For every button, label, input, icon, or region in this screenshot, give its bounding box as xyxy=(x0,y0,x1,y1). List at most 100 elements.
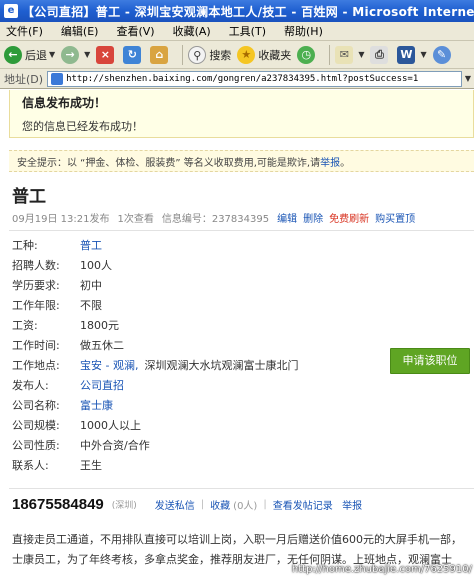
success-notice: 信息发布成功！ 您的信息已经发布成功！ xyxy=(9,90,474,138)
chevron-down-icon[interactable]: ▼ xyxy=(84,50,90,59)
delete-link[interactable]: 删除 xyxy=(303,210,323,225)
menu-help[interactable]: 帮助(H) xyxy=(284,23,323,39)
page-content: 信息发布成功！ 您的信息已经发布成功！ 安全提示：以 “押金、体检、服装费” 等… xyxy=(0,90,474,577)
field-label: 公司规模: xyxy=(12,419,60,432)
refresh-button[interactable]: ↻ xyxy=(123,45,144,64)
favorite-link[interactable]: 收藏 xyxy=(210,497,230,512)
field-row: 联系人: 王生 xyxy=(12,455,372,475)
post-views: 1次查看 xyxy=(117,214,154,225)
forward-arrow-icon: → xyxy=(61,45,80,64)
favorite-count: (0人) xyxy=(233,501,258,512)
toolbar-divider xyxy=(182,44,184,65)
contact-phone: 18675584849 xyxy=(12,496,104,513)
menu-tools[interactable]: 工具(T) xyxy=(229,23,266,39)
field-label: 发布人: xyxy=(12,379,49,392)
menu-edit[interactable]: 编辑(E) xyxy=(61,23,99,39)
menu-file[interactable]: 文件(F) xyxy=(6,23,43,39)
ie-icon: e xyxy=(4,4,18,18)
toolbar: ← 后退 ▼ → ▼ × ↻ ⌂ ⚲ 搜索 ★ 收藏夹 ◷ ✉ ▼ ⎙ W ▼ … xyxy=(0,41,474,69)
success-message: 您的信息已经发布成功！ xyxy=(22,120,143,133)
chevron-down-icon[interactable]: ▼ xyxy=(420,50,426,59)
field-label: 学历要求: xyxy=(12,279,60,292)
forward-button[interactable]: → ▼ xyxy=(61,45,90,64)
field-value[interactable]: 公司直招 xyxy=(80,377,124,393)
print-icon: ⎙ xyxy=(370,45,389,64)
field-label: 工种: xyxy=(12,239,38,252)
stop-icon: × xyxy=(96,45,115,64)
word-icon: W xyxy=(397,45,416,64)
field-row: 工作时间: 做五休二 xyxy=(12,335,372,355)
favorites-button[interactable]: ★ 收藏夹 xyxy=(237,45,291,64)
view-posts-link[interactable]: 查看发帖记录 xyxy=(273,497,333,512)
address-url[interactable]: http://shenzhen.baixing.com/gongren/a237… xyxy=(66,74,418,84)
field-value[interactable]: 富士康 xyxy=(80,397,113,413)
field-row: 学历要求: 初中 xyxy=(12,275,372,295)
search-button[interactable]: ⚲ 搜索 xyxy=(188,45,231,64)
history-icon: ◷ xyxy=(297,45,316,64)
chevron-down-icon[interactable]: ▼ xyxy=(358,50,364,59)
search-icon: ⚲ xyxy=(188,45,207,64)
field-value[interactable]: 普工 xyxy=(80,237,102,253)
field-value: 1000人以上 xyxy=(80,419,141,432)
field-label: 工资: xyxy=(12,319,38,332)
word-button[interactable]: W ▼ xyxy=(397,45,427,64)
field-label: 工作地点: xyxy=(12,359,60,372)
print-button[interactable]: ⎙ xyxy=(370,45,391,64)
field-value: 中外合资/合作 xyxy=(80,439,150,452)
menu-favorites[interactable]: 收藏(A) xyxy=(173,23,211,39)
edit-link[interactable]: 编辑 xyxy=(277,210,297,225)
messenger-button[interactable]: ✎ xyxy=(432,45,454,64)
address-label: 地址(D) xyxy=(4,72,44,86)
report-link[interactable]: 举报 xyxy=(320,154,340,169)
field-label: 公司性质: xyxy=(12,439,60,452)
field-row: 工作年限: 不限 xyxy=(12,295,372,315)
send-message-link[interactable]: 发送私信 xyxy=(155,497,195,512)
history-button[interactable]: ◷ xyxy=(297,45,318,64)
separator: | xyxy=(263,499,267,510)
back-button[interactable]: ← 后退 ▼ xyxy=(4,45,55,64)
chevron-down-icon[interactable]: ▼ xyxy=(462,70,474,87)
buy-top-link[interactable]: 购买置顶 xyxy=(375,210,415,225)
window-title-bar: e 【公司直招】普工 - 深圳宝安观澜本地工人/技工 - 百姓网 - Micro… xyxy=(0,0,474,22)
safety-tip: 安全提示：以 “押金、体检、服装费” 等名义收取费用,可能是欺诈,请 举报 。 xyxy=(9,150,474,172)
safety-text: 安全提示：以 “押金、体检、服装费” 等名义收取费用,可能是欺诈,请 xyxy=(17,157,321,169)
spacer: | xyxy=(336,499,339,510)
mail-icon: ✉ xyxy=(335,45,354,64)
field-label: 联系人: xyxy=(12,459,49,472)
field-value[interactable]: 宝安 - 观澜, xyxy=(80,357,138,373)
field-row: 公司名称: 富士康 xyxy=(12,395,372,415)
field-value: 王生 xyxy=(80,459,102,472)
address-bar: 地址(D) http://shenzhen.baixing.com/gongre… xyxy=(0,69,474,89)
address-input[interactable]: http://shenzhen.baixing.com/gongren/a237… xyxy=(47,70,462,87)
divider xyxy=(9,230,474,231)
apply-job-button[interactable]: 申请该职位 xyxy=(390,348,470,374)
field-label: 公司名称: xyxy=(12,399,60,412)
watermark: http://home.zhubajie.com/7625910/ xyxy=(291,564,472,575)
field-value: 100人 xyxy=(80,259,112,272)
field-value: 1800元 xyxy=(80,319,119,332)
toolbar-divider xyxy=(329,44,331,65)
field-value: 做五休二 xyxy=(80,339,124,352)
field-value: 不限 xyxy=(80,299,102,312)
post-id: 信息编号：237834395 xyxy=(161,214,270,225)
success-heading: 信息发布成功！ xyxy=(22,96,107,110)
mail-button[interactable]: ✉ ▼ xyxy=(335,45,364,64)
field-row: 招聘人数: 100人 xyxy=(12,255,372,275)
home-button[interactable]: ⌂ xyxy=(150,45,171,64)
contact-bar: 18675584849 (深圳) 发送私信 | 收藏 (0人) | 查看发帖记录… xyxy=(12,496,362,513)
star-icon: ★ xyxy=(237,45,256,64)
window-title: 【公司直招】普工 - 深圳宝安观澜本地工人/技工 - 百姓网 - Microso… xyxy=(22,4,474,19)
field-value: 初中 xyxy=(80,279,102,292)
separator: | xyxy=(200,499,205,510)
chevron-down-icon[interactable]: ▼ xyxy=(49,50,55,59)
menu-view[interactable]: 查看(V) xyxy=(116,23,154,39)
description-line: 直接走员工通道，不用排队直接可以培训上岗，入职一月后赠送价值600元的大屏手机一… xyxy=(12,533,462,546)
field-row: 工资: 1800元 xyxy=(12,315,372,335)
menu-bar: 文件(F) 编辑(E) 查看(V) 收藏(A) 工具(T) 帮助(H) xyxy=(0,22,474,41)
free-refresh-link[interactable]: 免费刷新 xyxy=(329,210,369,225)
report-user-link[interactable]: 举报 xyxy=(342,497,362,512)
stop-button[interactable]: × xyxy=(96,45,117,64)
field-row: 公司性质: 中外合资/合作 xyxy=(12,435,372,455)
field-row: 工种: 普工 xyxy=(12,235,372,255)
messenger-icon: ✎ xyxy=(432,45,451,64)
